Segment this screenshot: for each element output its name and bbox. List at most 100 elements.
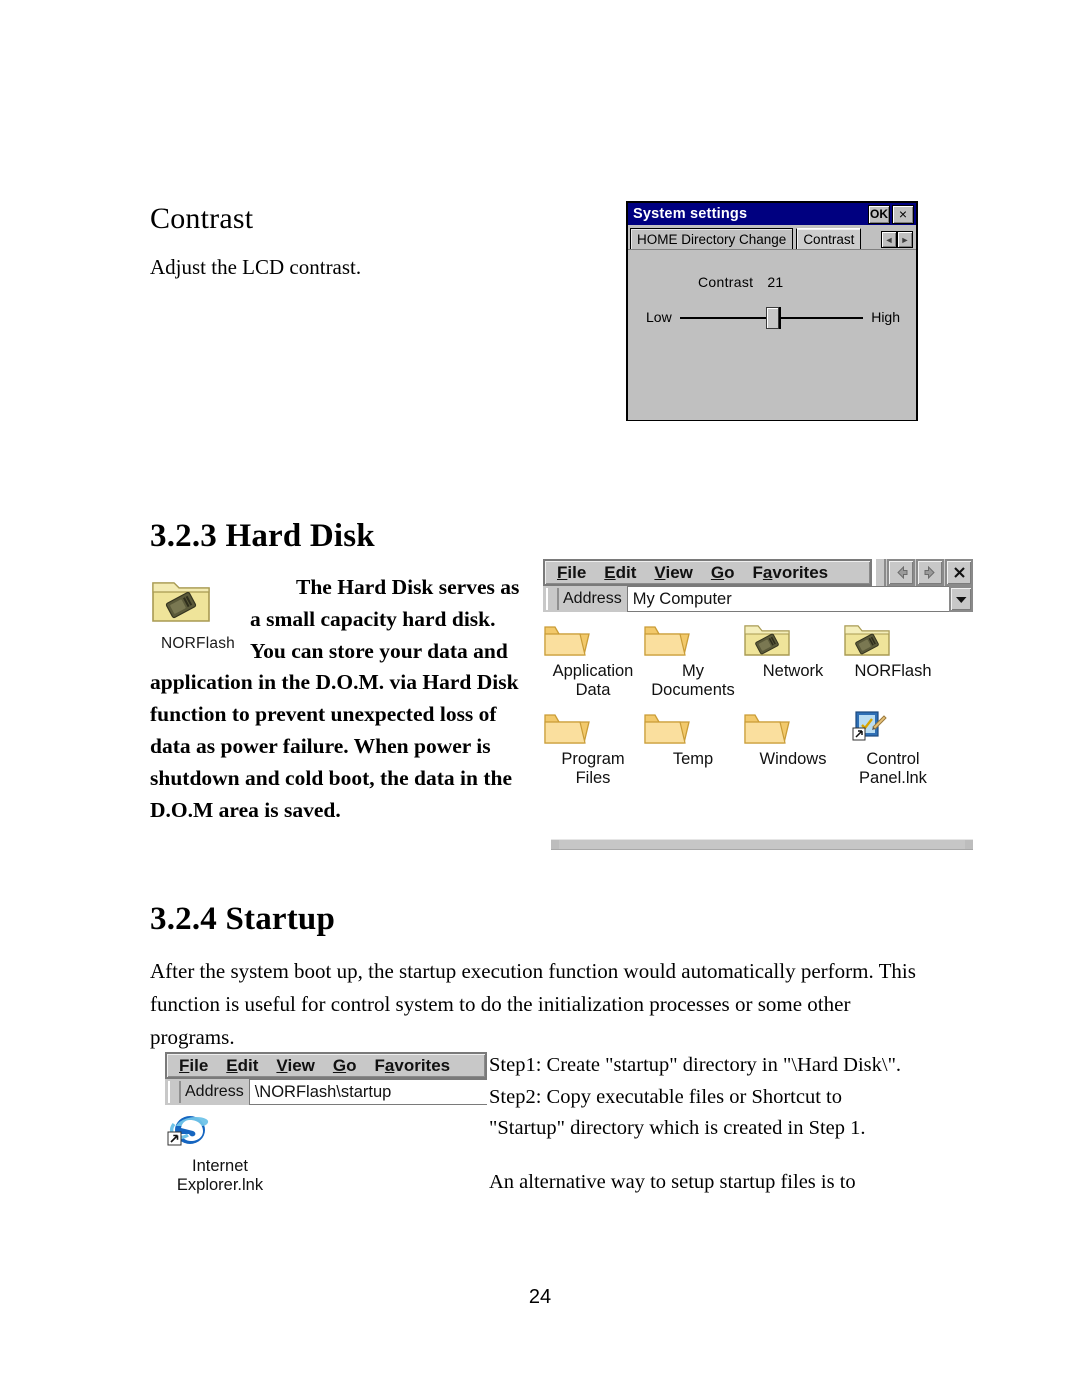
list-item-label: Application Data bbox=[552, 662, 634, 699]
startup-alternative: An alternative way to setup startup file… bbox=[489, 1170, 856, 1193]
folder-icon bbox=[644, 714, 690, 744]
list-item[interactable]: Control Panel.lnk bbox=[843, 700, 943, 788]
menu-file[interactable]: File bbox=[179, 1056, 208, 1076]
startup-step2: Step2: Copy executable files or Shortcut… bbox=[489, 1085, 866, 1140]
tab-contrast[interactable]: Contrast bbox=[796, 228, 862, 249]
chevron-down-icon bbox=[955, 596, 966, 603]
explorer-address-bar: Address \NORFlash\startup bbox=[165, 1079, 487, 1105]
menu-edit[interactable]: Edit bbox=[604, 563, 636, 583]
control-panel-shortcut-icon bbox=[852, 711, 887, 741]
horizontal-scrollbar[interactable] bbox=[551, 839, 973, 850]
contrast-heading: Contrast bbox=[150, 202, 254, 235]
startup-steps: Step1: Create "startup" directory in "\H… bbox=[489, 1050, 909, 1198]
list-item[interactable]: Program Files bbox=[543, 700, 643, 788]
ok-button[interactable]: OK bbox=[868, 204, 890, 224]
folder-chip-icon bbox=[152, 582, 210, 622]
list-item-label: Internet Explorer.lnk bbox=[176, 1157, 264, 1194]
startup-step1: Step1: Create "startup" directory in "\H… bbox=[489, 1054, 902, 1076]
menu-edit[interactable]: Edit bbox=[226, 1056, 258, 1076]
startup-body-text: After the system boot up, the startup ex… bbox=[150, 959, 916, 1049]
address-bar-grip[interactable] bbox=[168, 1081, 181, 1103]
list-item-label: Control Panel.lnk bbox=[859, 750, 927, 787]
address-dropdown-button[interactable] bbox=[949, 586, 973, 612]
tab-scroll-left-icon[interactable]: ◄ bbox=[881, 231, 897, 248]
explorer-menu-bar: File Edit View Go Favorites bbox=[543, 559, 973, 586]
internet-explorer-shortcut-icon bbox=[167, 1116, 209, 1146]
folder-icon bbox=[744, 714, 790, 744]
contrast-slider-row: Low High bbox=[646, 302, 900, 332]
tab-scroll-right-icon[interactable]: ► bbox=[897, 231, 913, 248]
contrast-slider[interactable] bbox=[679, 304, 864, 330]
address-input[interactable]: \NORFlash\startup bbox=[248, 1079, 487, 1105]
explorer-nav-buttons bbox=[886, 559, 973, 586]
norflash-icon-label: NORFlash bbox=[161, 635, 235, 652]
arrow-left-icon bbox=[896, 566, 907, 579]
explorer-menu-list: File Edit View Go Favorites bbox=[543, 559, 872, 586]
startup-heading: 3.2.4 Startup bbox=[150, 901, 336, 937]
list-item-label: My Documents bbox=[651, 662, 735, 699]
system-settings-dialog: System settings OK × HOME Directory Chan… bbox=[626, 201, 918, 421]
contrast-readout-label: Contrast bbox=[698, 274, 754, 290]
explorer-window-my-computer: File Edit View Go Favorites Address My C… bbox=[543, 559, 973, 881]
page-number: 24 bbox=[528, 1286, 552, 1308]
list-item[interactable]: NORFlash bbox=[843, 612, 943, 700]
list-item-label: Windows bbox=[759, 750, 827, 768]
menu-view[interactable]: View bbox=[654, 563, 692, 583]
explorer-address-bar: Address My Computer bbox=[543, 586, 973, 612]
folder-chip-icon bbox=[744, 625, 790, 656]
back-button[interactable] bbox=[887, 559, 915, 586]
explorer-icon-area: Application Data My Documents Network NO… bbox=[543, 612, 973, 854]
address-bar-grip[interactable] bbox=[546, 588, 559, 610]
list-item-label: Network bbox=[762, 662, 824, 680]
menu-favorites-pre: F bbox=[752, 562, 763, 582]
dialog-tab-strip: HOME Directory Change Contrast ◄ ► bbox=[628, 225, 916, 249]
folder-icon bbox=[544, 626, 590, 656]
close-button[interactable] bbox=[945, 559, 973, 586]
list-item[interactable]: Windows bbox=[743, 700, 843, 788]
menu-go[interactable]: Go bbox=[711, 563, 735, 583]
menu-favorites[interactable]: Favorites bbox=[375, 1056, 451, 1076]
close-icon[interactable]: × bbox=[892, 204, 914, 224]
explorer-icon-area: Internet Explorer.lnk bbox=[165, 1105, 487, 1201]
slider-high-label: High bbox=[871, 309, 900, 325]
menu-edit-rest: dit bbox=[237, 1055, 259, 1075]
menu-favorites-rest: vorites bbox=[772, 562, 829, 582]
address-input[interactable]: My Computer bbox=[626, 586, 949, 612]
menu-edit-rest: dit bbox=[615, 562, 637, 582]
list-item-label: Program Files bbox=[561, 750, 625, 787]
list-item[interactable]: Network bbox=[743, 612, 843, 700]
contrast-body-text: Adjust the LCD contrast. bbox=[150, 255, 362, 279]
arrow-right-icon bbox=[924, 566, 935, 579]
menu-favorites-pre: F bbox=[374, 1055, 385, 1075]
menu-file[interactable]: File bbox=[557, 563, 586, 583]
menu-go[interactable]: Go bbox=[333, 1056, 357, 1076]
list-item[interactable]: My Documents bbox=[643, 612, 743, 700]
list-item[interactable]: Application Data bbox=[543, 612, 643, 700]
contrast-readout: Contrast 21 bbox=[698, 274, 784, 290]
menu-file-rest: ile bbox=[189, 1055, 209, 1075]
tab-scroll-buttons: ◄ ► bbox=[881, 231, 913, 248]
close-x-icon bbox=[953, 567, 965, 578]
list-item-label: NORFlash bbox=[854, 662, 932, 680]
folder-icon bbox=[644, 626, 690, 656]
explorer-icon-row: Application Data My Documents Network NO… bbox=[543, 612, 973, 700]
folder-icon bbox=[544, 714, 590, 744]
explorer-icon-row: Internet Explorer.lnk bbox=[165, 1105, 487, 1195]
tab-home-directory-change[interactable]: HOME Directory Change bbox=[630, 228, 794, 249]
menu-view[interactable]: View bbox=[276, 1056, 314, 1076]
hard-disk-heading: 3.2.3 Hard Disk bbox=[150, 518, 375, 554]
list-item[interactable]: Internet Explorer.lnk bbox=[165, 1105, 275, 1195]
slider-thumb[interactable] bbox=[765, 307, 779, 329]
contrast-tab-panel: Contrast 21 Low High bbox=[628, 249, 916, 420]
menu-go-rest: o bbox=[346, 1055, 357, 1075]
dialog-title-bar: System settings OK × bbox=[628, 203, 916, 225]
steps-spacer bbox=[489, 1145, 909, 1167]
forward-button[interactable] bbox=[916, 559, 944, 586]
list-item[interactable]: Temp bbox=[643, 700, 743, 788]
folder-chip-icon bbox=[844, 625, 890, 656]
explorer-icon-row: Program Files Temp Windows Control Panel… bbox=[543, 700, 973, 788]
menu-favorites[interactable]: Favorites bbox=[753, 563, 829, 583]
toolbar-grip[interactable] bbox=[874, 559, 886, 586]
norflash-icon-figure: NORFlash bbox=[150, 574, 246, 660]
address-bar-label: Address bbox=[559, 586, 627, 612]
